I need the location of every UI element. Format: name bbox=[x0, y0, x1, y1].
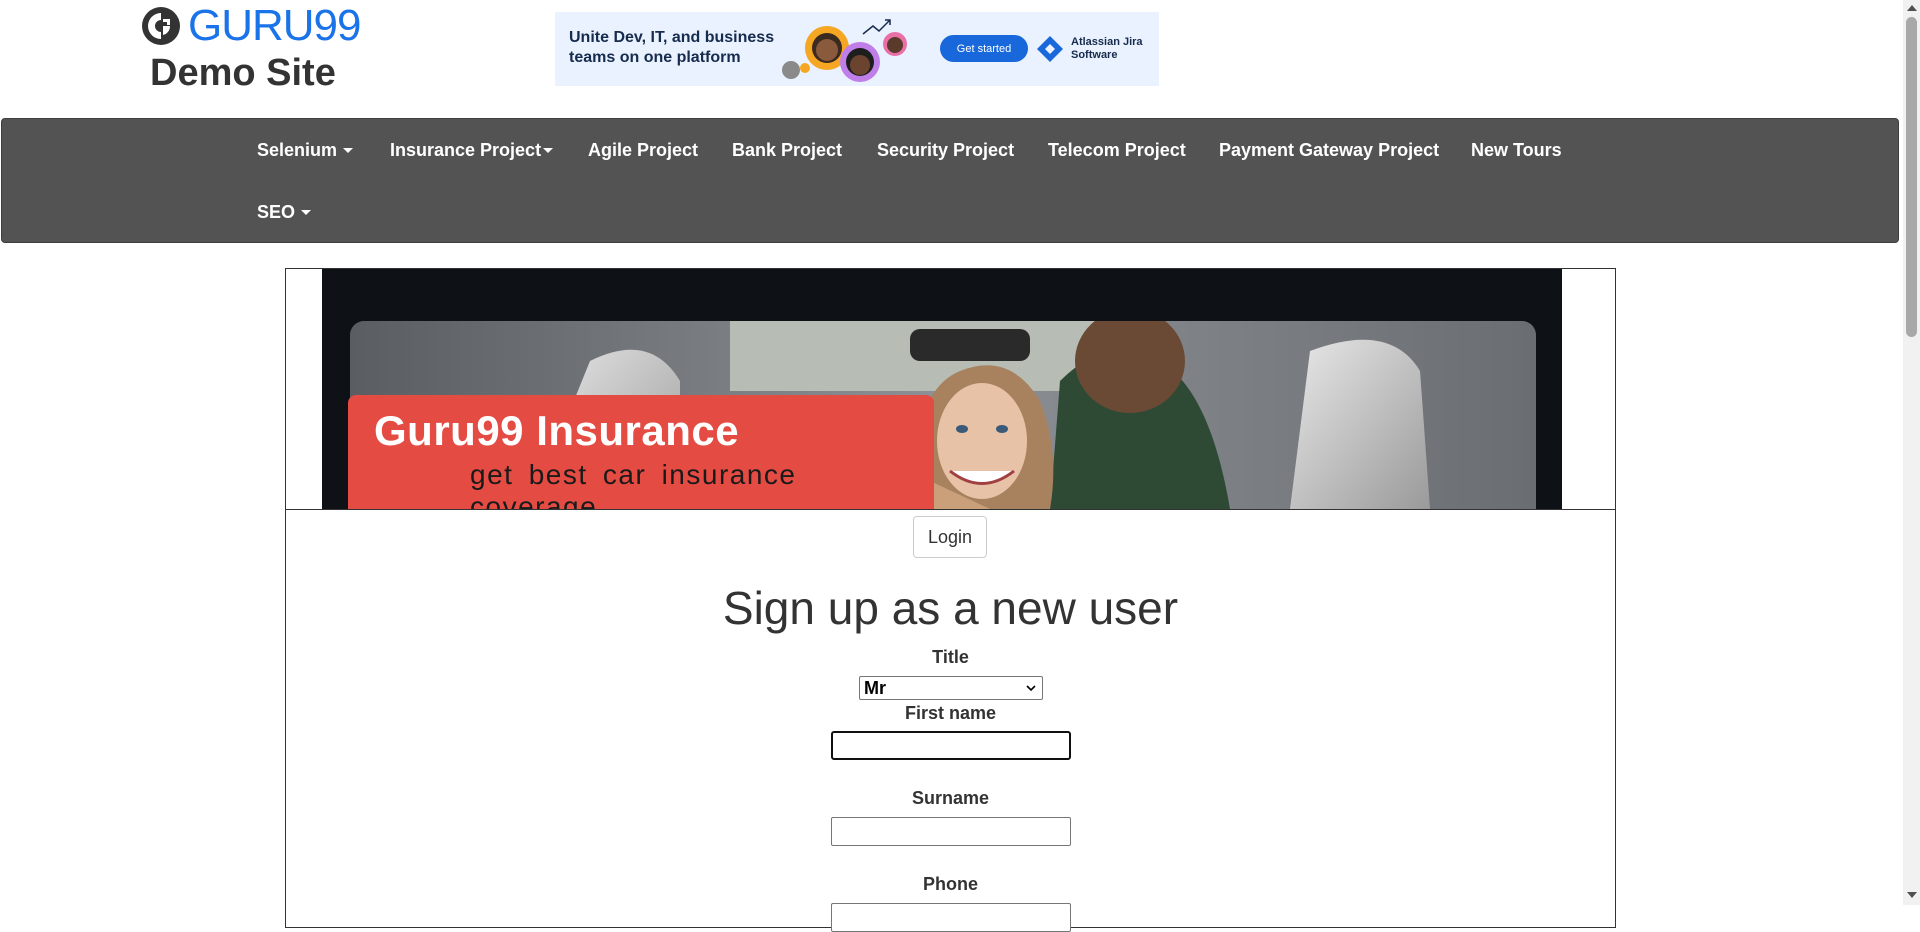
scroll-down-arrow-icon[interactable] bbox=[1907, 892, 1917, 898]
hero-title: Guru99 Insurance bbox=[374, 407, 740, 454]
caret-down-icon bbox=[543, 147, 554, 153]
surname-label: Surname bbox=[911, 788, 990, 808]
first-name-input[interactable] bbox=[831, 731, 1071, 760]
nav-item-label: Payment Gateway Project bbox=[1219, 139, 1440, 160]
nav-item-label: Insurance Project bbox=[390, 139, 542, 160]
guru99-logo[interactable]: GURU99 bbox=[140, 4, 361, 48]
ad-banner[interactable]: Unite Dev, IT, and business teams on one… bbox=[555, 12, 1159, 86]
nav-item-telecom-project[interactable]: Telecom Project bbox=[1048, 119, 1186, 181]
hero-banner: Guru99 Insurance get best car insurance … bbox=[348, 395, 934, 509]
title-select[interactable]: Mr bbox=[859, 676, 1043, 700]
nav-item-insurance-project[interactable]: Insurance Project bbox=[390, 119, 554, 181]
surname-input[interactable] bbox=[831, 817, 1071, 846]
login-button[interactable]: Login bbox=[913, 516, 987, 558]
ad-get-started-button[interactable]: Get started bbox=[940, 35, 1028, 62]
signup-heading: Sign up as a new user bbox=[722, 582, 1179, 634]
nav-item-label: Telecom Project bbox=[1048, 139, 1186, 160]
jira-diamond-icon bbox=[1037, 36, 1063, 62]
site-title: Demo Site bbox=[150, 52, 336, 94]
page-header: GURU99 Demo Site Unite Dev, IT, and busi… bbox=[0, 0, 1900, 118]
nav-item-payment-gateway-project[interactable]: Payment Gateway Project bbox=[1219, 119, 1439, 181]
nav-item-label: SEO bbox=[257, 201, 296, 222]
ad-people-illustration bbox=[782, 19, 907, 82]
chevron-down-icon bbox=[1026, 685, 1036, 692]
nav-item-label: Security Project bbox=[877, 139, 1015, 160]
title-label: Title bbox=[932, 647, 969, 667]
nav-item-security-project[interactable]: Security Project bbox=[877, 119, 1014, 181]
title-select-value: Mr bbox=[864, 677, 886, 698]
ad-brand: Atlassian Jira Software bbox=[1035, 34, 1153, 64]
phone-input[interactable] bbox=[831, 903, 1071, 932]
first-name-label: First name bbox=[904, 703, 997, 723]
content-container: Guru99 Insurance get best car insurance … bbox=[285, 268, 1616, 932]
nav-item-label: Bank Project bbox=[732, 139, 843, 160]
nav-item-bank-project[interactable]: Bank Project bbox=[732, 119, 842, 181]
scroll-up-arrow-icon[interactable] bbox=[1907, 5, 1917, 11]
nav-item-label: Agile Project bbox=[588, 139, 699, 160]
page-scrollbar[interactable] bbox=[1903, 0, 1920, 905]
guru99-logo-icon bbox=[142, 7, 180, 45]
caret-down-icon bbox=[343, 147, 354, 153]
main-navbar: Selenium Insurance Project Agile Project… bbox=[1, 118, 1899, 243]
phone-label: Phone bbox=[922, 874, 978, 894]
hero-image: Guru99 Insurance get best car insurance … bbox=[322, 269, 1562, 509]
ad-headline: Unite Dev, IT, and business teams on one… bbox=[569, 29, 775, 66]
ad-brand-label: Atlassian Jira Software bbox=[1071, 36, 1143, 61]
nav-item-agile-project[interactable]: Agile Project bbox=[588, 119, 698, 181]
nav-item-label: New Tours bbox=[1471, 139, 1562, 160]
scrollbar-thumb[interactable] bbox=[1906, 17, 1917, 337]
hero-divider bbox=[286, 509, 1615, 510]
nav-item-seo[interactable]: SEO bbox=[257, 181, 312, 243]
nav-item-label: Selenium bbox=[257, 139, 338, 160]
nav-item-selenium[interactable]: Selenium bbox=[257, 119, 354, 181]
logo-text: GURU99 bbox=[188, 1, 361, 50]
hero-subtitle: get best car insurance coverage bbox=[470, 459, 797, 509]
nav-item-new-tours[interactable]: New Tours bbox=[1471, 119, 1562, 181]
caret-down-icon bbox=[301, 209, 312, 215]
